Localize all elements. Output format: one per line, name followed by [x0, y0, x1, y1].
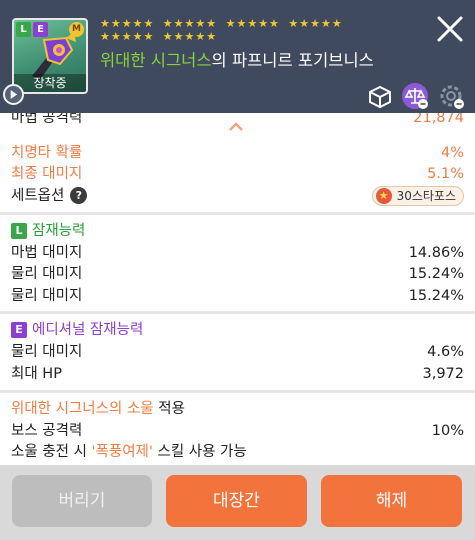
set-option-row: 세트옵션? ★ 30스타포스	[11, 185, 464, 207]
stars-row: ★★★★★ ★★★★★	[100, 30, 218, 43]
stat-row-crit-chance: 치명타 확률 4%	[11, 142, 464, 164]
potential-label: 마법 대미지	[11, 245, 83, 261]
potential-label: 물리 대미지	[11, 266, 83, 282]
item-name: 위대한 시그너스의 파프니르 포기브니스	[100, 47, 374, 71]
soul-boss-row: 보스 공격력 10%	[11, 420, 464, 442]
additional-grade-badge: E	[11, 322, 27, 338]
divider	[0, 311, 475, 314]
item-name-highlight: 위대한 시그너스	[100, 51, 212, 70]
potential-title: 잠재능력	[32, 223, 86, 239]
stat-value: 4%	[440, 145, 464, 161]
soul-skill-name: '폭풍여제'	[91, 444, 153, 460]
potential-line: 물리 대미지 15.24%	[11, 263, 464, 285]
starforce-badge-label: 30스타포스	[396, 189, 456, 203]
soul-charge-suffix: 스킬 사용 가능	[152, 444, 247, 460]
potential-value: 14.86%	[408, 245, 464, 261]
gear-icon[interactable]	[437, 82, 465, 110]
soul-skill-row: 소울 충전 시 '폭풍여제' 스킬 사용 가능	[11, 441, 464, 463]
chevron-up-icon[interactable]	[228, 122, 244, 132]
soul-charge-prefix: 소울 충전 시	[11, 444, 92, 460]
play-icon[interactable]	[3, 84, 24, 105]
action-bar: 버리기 대장간 해제	[0, 465, 475, 540]
stat-value: 21,874	[413, 113, 464, 126]
additional-label: 물리 대미지	[11, 344, 83, 360]
stat-value: 5.1%	[427, 166, 464, 182]
potential-line: 물리 대미지 15.24%	[11, 285, 464, 307]
additional-potential-header: E 에디셔널 잠재능력	[11, 319, 464, 341]
set-option-label: 세트옵션	[11, 188, 65, 204]
additional-value: 3,972	[422, 366, 464, 382]
potential-label: 물리 대미지	[11, 288, 83, 304]
item-name-rest: 의 파프니르 포기브니스	[211, 51, 374, 70]
divider	[0, 212, 475, 215]
item-header: L E M 장착중 ★★★★★ ★★★★★ ★★★★★ ★★★★★ ★★★★★ …	[0, 0, 475, 113]
unequip-button[interactable]: 해제	[321, 475, 462, 527]
potential-grade-badge: L	[11, 223, 27, 239]
potential-header: L 잠재능력	[11, 220, 464, 242]
stars-row: ★★★★★ ★★★★★ ★★★★★ ★★★★★	[100, 17, 343, 30]
stat-label: 마법 공격력	[11, 113, 83, 126]
potential-value: 15.24%	[408, 288, 464, 304]
soul-boss-label: 보스 공격력	[11, 423, 83, 439]
potential-line: 마법 대미지 14.86%	[11, 242, 464, 264]
help-icon[interactable]: ?	[70, 187, 88, 204]
star-force-stars: ★★★★★ ★★★★★ ★★★★★ ★★★★★ ★★★★★ ★★★★★	[100, 17, 370, 43]
cube-transfer-icon[interactable]	[366, 82, 394, 110]
stat-label: 치명타 확률	[11, 145, 83, 161]
stat-label: 최종 대미지	[11, 166, 83, 182]
additional-potential-line: 물리 대미지 4.6%	[11, 341, 464, 363]
additional-label: 최대 HP	[11, 366, 62, 382]
soul-applied-label: 적용	[153, 401, 185, 417]
blacksmith-button[interactable]: 대장간	[166, 475, 307, 527]
starforce-badge: ★ 30스타포스	[371, 186, 464, 206]
item-details-panel[interactable]: 마법 공격력 21,874 치명타 확률 4% 최종 대미지 5.1% 세트옵션…	[0, 113, 475, 465]
close-icon[interactable]	[434, 13, 466, 45]
stat-row-final-damage: 최종 대미지 5.1%	[11, 163, 464, 185]
soul-boss-value: 10%	[431, 423, 464, 439]
divider	[0, 390, 475, 393]
item-icon-box[interactable]: L E M 장착중	[12, 18, 88, 94]
additional-potential-title: 에디셔널 잠재능력	[32, 322, 144, 338]
additional-value: 4.6%	[427, 344, 464, 360]
soul-name: 위대한 시그너스의 소울	[11, 401, 154, 417]
additional-potential-line: 최대 HP 3,972	[11, 363, 464, 385]
discard-button[interactable]: 버리기	[12, 475, 152, 527]
potential-value: 15.24%	[408, 266, 464, 282]
equipped-label: 장착중	[14, 74, 86, 92]
scale-icon[interactable]	[401, 82, 429, 110]
soul-row: 위대한 시그너스의 소울 적용	[11, 398, 464, 420]
starforce-star-icon: ★	[375, 188, 392, 204]
